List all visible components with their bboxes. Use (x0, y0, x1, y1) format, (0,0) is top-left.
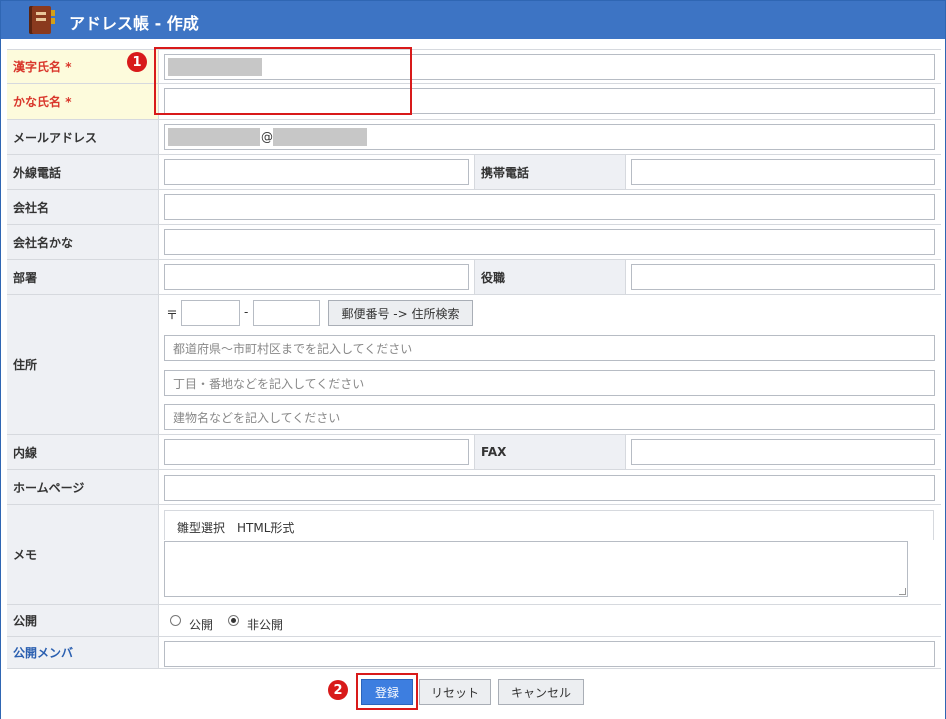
company-input[interactable] (164, 194, 935, 220)
address-line1-input[interactable]: 都道府県～市町村区までを記入してください (164, 335, 935, 361)
fax-label: FAX (474, 435, 626, 469)
department-label: 部署 (7, 260, 159, 294)
address-book-create-window: アドレス帳 - 作成 漢字氏名 * かな氏名 * メールアドレス @ 外線電話 … (0, 0, 946, 719)
window-title: アドレス帳 - 作成 (69, 14, 199, 33)
radio-public[interactable] (170, 615, 181, 626)
reset-button[interactable]: リセット (419, 679, 491, 705)
highlight-box-register (356, 673, 418, 710)
redacted-email-user (168, 128, 260, 146)
redacted-email-domain (273, 128, 367, 146)
postal-code-first-input[interactable] (181, 300, 240, 326)
postal-mark: 〒 (166, 308, 179, 322)
row-visibility: 公開 (7, 605, 941, 637)
address-line2-input[interactable]: 丁目・番地などを記入してください (164, 370, 935, 396)
address-book-icon (29, 6, 55, 34)
department-input[interactable] (164, 264, 469, 290)
homepage-label: ホームページ (7, 470, 159, 504)
email-at-sign: @ (261, 130, 273, 144)
mobile-input[interactable] (631, 159, 935, 185)
position-input[interactable] (631, 264, 935, 290)
annotation-badge-2: 2 (328, 680, 348, 700)
position-label: 役職 (474, 260, 626, 294)
radio-private-label: 非公開 (247, 618, 284, 632)
homepage-input[interactable] (164, 475, 935, 501)
company-kana-input[interactable] (164, 229, 935, 255)
address-line3-input[interactable]: 建物名などを記入してください (164, 404, 935, 430)
extension-input[interactable] (164, 439, 469, 465)
postal-search-button[interactable]: 郵便番号 -> 住所検索 (328, 300, 473, 326)
title-bar: アドレス帳 - 作成 (1, 1, 945, 39)
postal-code-second-input[interactable] (253, 300, 320, 326)
highlight-box-name-fields (154, 47, 412, 115)
fax-input[interactable] (631, 439, 935, 465)
email-label: メールアドレス (7, 120, 159, 154)
phone-input[interactable] (164, 159, 469, 185)
radio-public-label: 公開 (189, 618, 214, 632)
company-label: 会社名 (7, 190, 159, 224)
phone-label: 外線電話 (7, 155, 159, 189)
mobile-label: 携帯電話 (474, 155, 626, 189)
memo-template-select[interactable]: 雛型選択 HTML形式 (177, 519, 294, 536)
address-label: 住所 (7, 295, 159, 434)
public-members-input[interactable] (164, 641, 935, 667)
company-kana-label: 会社名かな (7, 225, 159, 259)
cancel-button[interactable]: キャンセル (498, 679, 584, 705)
radio-private[interactable] (228, 615, 239, 626)
kana-name-label: かな氏名 * (7, 84, 159, 119)
extension-label: 内線 (7, 435, 159, 469)
annotation-badge-1: 1 (127, 52, 147, 72)
postal-dash: - (244, 305, 249, 319)
memo-textarea[interactable] (164, 541, 908, 597)
public-members-label[interactable]: 公開メンバ (7, 637, 159, 668)
memo-label: メモ (7, 505, 159, 604)
visibility-label: 公開 (7, 605, 159, 636)
